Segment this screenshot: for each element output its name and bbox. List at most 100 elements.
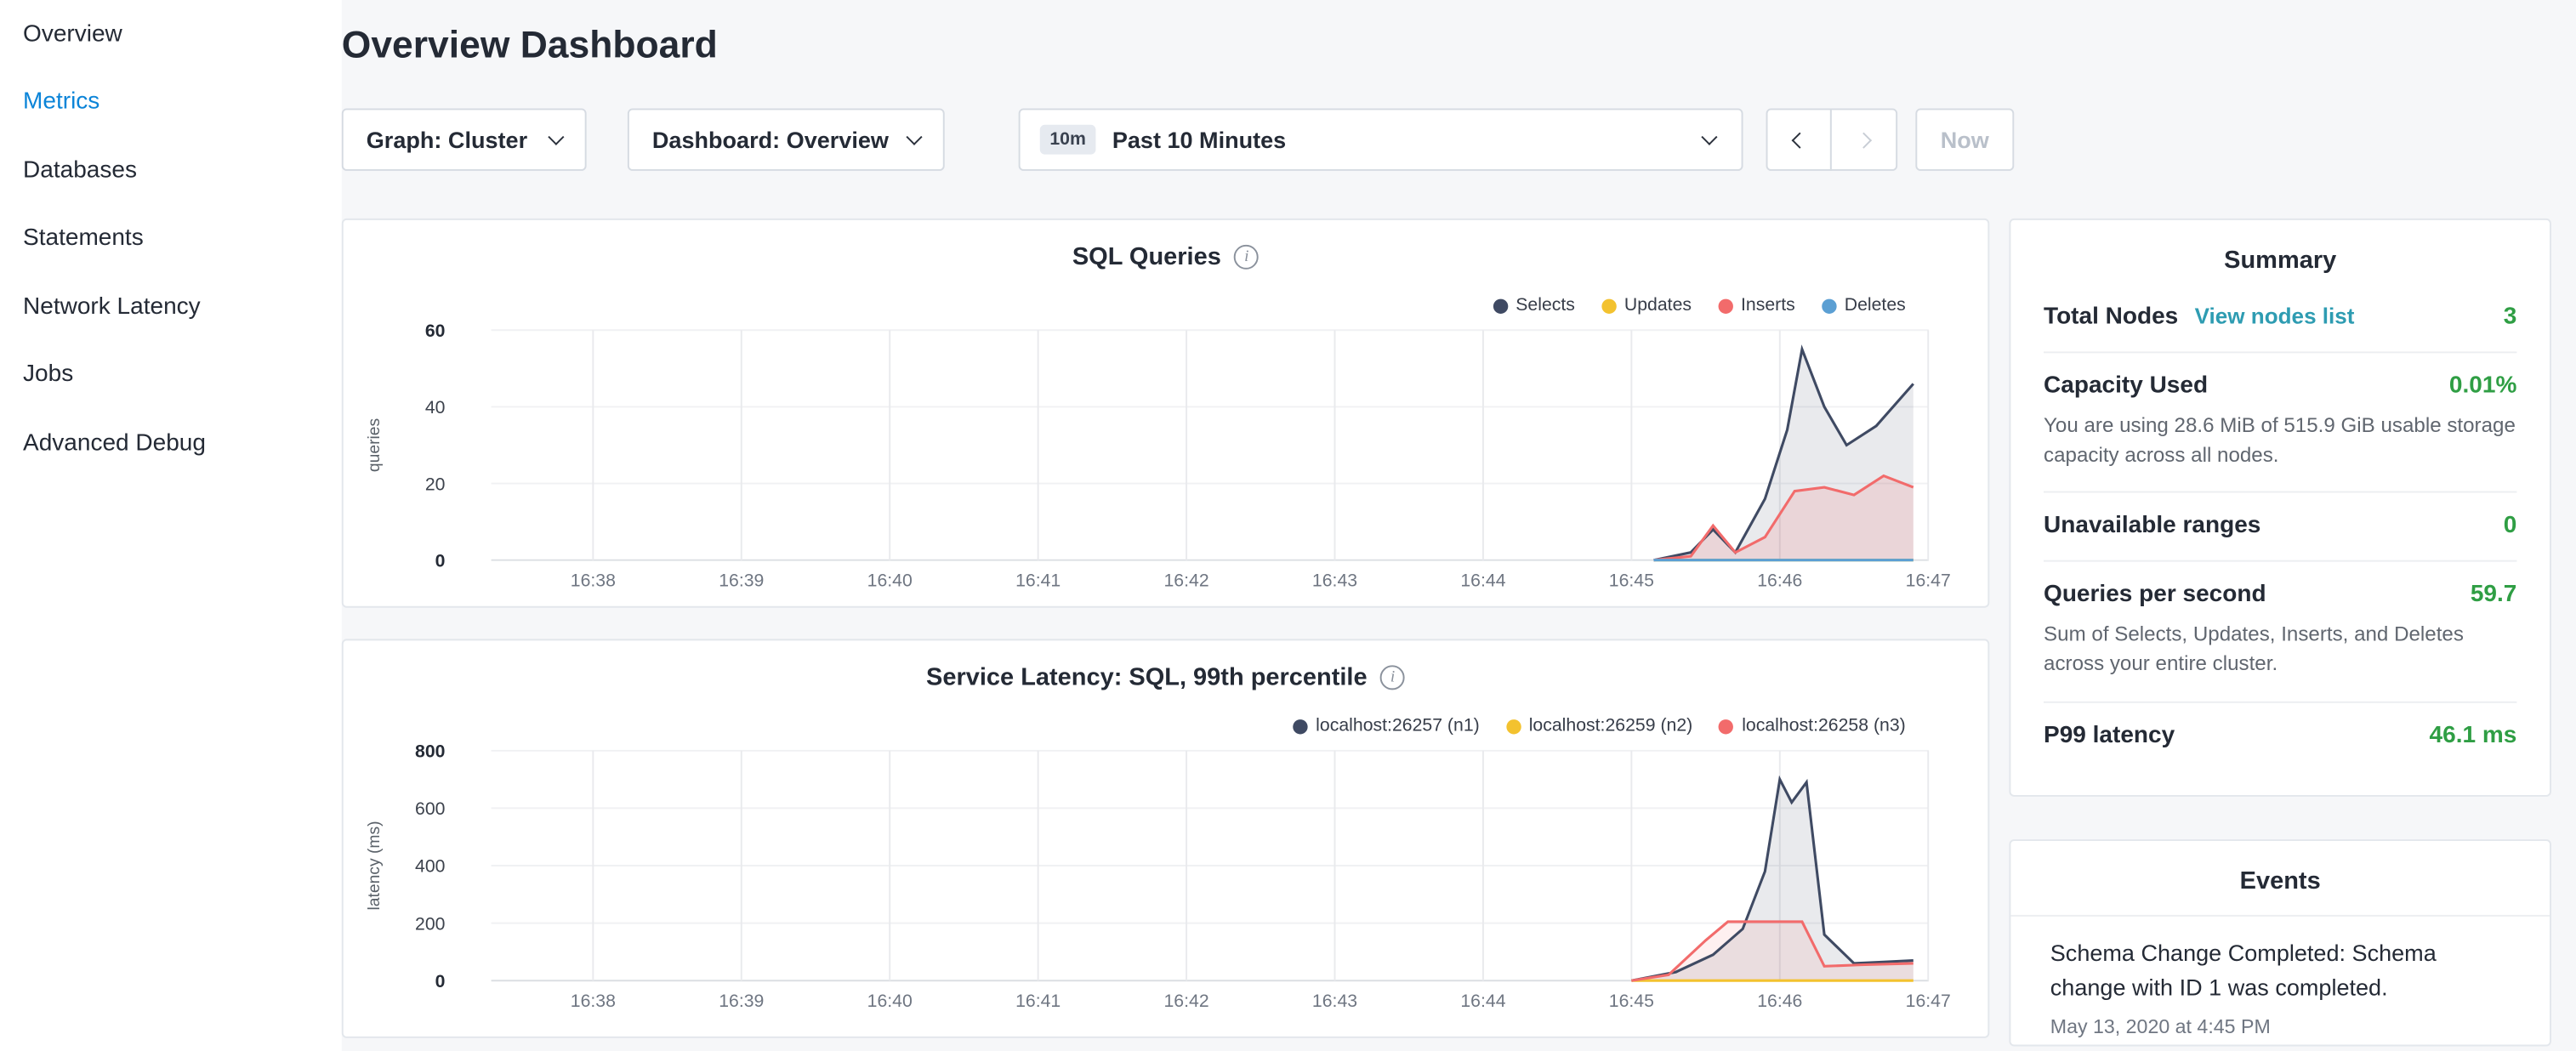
summary-title: Summary: [2010, 220, 2550, 275]
time-range-label: Past 10 Minutes: [1112, 127, 1286, 153]
summary-description: You are using 28.6 MiB of 515.9 GiB usab…: [2044, 411, 2516, 470]
legend-item-selects[interactable]: Selects: [1493, 296, 1575, 315]
summary-row-total-nodes: Total Nodes View nodes list 3: [2044, 284, 2516, 351]
view-nodes-list-link[interactable]: View nodes list: [2195, 304, 2355, 328]
legend-label: Selects: [1515, 296, 1575, 315]
chevron-down-icon: [906, 129, 922, 145]
sql-queries-chart-card: SQL Queries i Selects Updates Inserts Delet…: [342, 219, 1989, 608]
y-tick-label: 60: [425, 321, 446, 341]
summary-label: Capacity Used: [2044, 372, 2208, 399]
time-range-badge: 10m: [1040, 125, 1096, 155]
x-tick-label: 16:43: [1312, 991, 1357, 1011]
y-tick-label: 0: [435, 550, 446, 571]
y-axis-label: queries: [366, 418, 384, 472]
sidebar-item-overview[interactable]: Overview: [0, 0, 342, 68]
chart-title: SQL Queries: [1072, 243, 1221, 271]
x-tick-label: 16:44: [1460, 991, 1505, 1011]
x-tick-label: 16:41: [1015, 571, 1061, 591]
legend-label: localhost:26257 (n1): [1316, 716, 1480, 736]
legend-item-updates[interactable]: Updates: [1601, 296, 1692, 315]
legend-dot: [1719, 719, 1733, 733]
x-tick-label: 16:45: [1609, 991, 1654, 1011]
sidebar-item-jobs[interactable]: Jobs: [0, 341, 342, 409]
summary-value: 3: [2504, 304, 2517, 330]
events-title: Events: [2010, 841, 2550, 895]
chart-legend: localhost:26257 (n1) localhost:26259 (n2)…: [1293, 716, 1906, 736]
legend-item-inserts[interactable]: Inserts: [1718, 296, 1795, 315]
summary-panel: Summary Total Nodes View nodes list 3 Capac…: [2009, 219, 2550, 797]
sidebar-item-statements[interactable]: Statements: [0, 204, 342, 272]
legend-item-localhost-26258-n3[interactable]: localhost:26258 (n3): [1719, 716, 1906, 736]
x-tick-label: 16:40: [867, 571, 913, 591]
y-tick-label: 40: [425, 397, 446, 418]
sidebar-item-databases[interactable]: Databases: [0, 136, 342, 204]
chart-header: SQL Queries i: [344, 220, 1988, 271]
summary-label: P99 latency: [2044, 722, 2175, 748]
x-tick-label: 16:45: [1609, 571, 1654, 591]
x-tick-label: 16:46: [1757, 991, 1802, 1011]
y-tick-label: 200: [415, 913, 445, 934]
chevron-down-icon: [548, 129, 564, 145]
chevron-left-icon: [1791, 132, 1807, 148]
x-tick-label: 16:40: [867, 991, 913, 1011]
sidebar-item-network-latency[interactable]: Network Latency: [0, 273, 342, 341]
x-tick-label: 16:41: [1015, 991, 1061, 1011]
time-range-selector[interactable]: 10m Past 10 Minutes: [1019, 108, 1743, 170]
summary-value: 0.01%: [2449, 372, 2516, 399]
sidebar-item-metrics[interactable]: Metrics: [0, 68, 342, 136]
legend-label: localhost:26259 (n2): [1529, 716, 1693, 736]
info-icon[interactable]: i: [1380, 665, 1405, 690]
summary-label: Total Nodes: [2044, 304, 2178, 330]
dashboard-dropdown-label: Dashboard: Overview: [652, 127, 889, 153]
summary-row-p99-latency: P99 latency 46.1 ms: [2044, 701, 2516, 770]
y-tick-label: 800: [415, 741, 445, 762]
chart-canvas: 16:3816:3916:4016:4116:4216:4316:4416:45…: [344, 319, 1991, 606]
info-icon[interactable]: i: [1234, 245, 1259, 270]
events-panel: Events Schema Change Completed: Schema c…: [2009, 839, 2550, 1046]
summary-row-capacity-used: Capacity Used 0.01% You are using 28.6 MiB…: [2044, 351, 2516, 491]
time-prev-button[interactable]: [1766, 108, 1832, 170]
chart-header: Service Latency: SQL, 99th percentile i: [344, 640, 1988, 691]
chevron-down-icon: [1701, 129, 1717, 145]
chart-canvas: 16:3816:3916:4016:4116:4216:4316:4416:45…: [344, 739, 1991, 1026]
summary-value: 46.1 ms: [2430, 722, 2517, 748]
legend-label: Inserts: [1741, 296, 1795, 315]
x-tick-label: 16:39: [719, 991, 764, 1011]
x-tick-label: 16:44: [1460, 571, 1505, 591]
now-button[interactable]: Now: [1915, 108, 2014, 170]
summary-description: Sum of Selects, Updates, Inserts, and De…: [2044, 620, 2516, 679]
now-button-label: Now: [1941, 127, 1989, 153]
graph-dropdown[interactable]: Graph: Cluster: [342, 108, 587, 170]
y-tick-label: 400: [415, 856, 445, 877]
legend-dot: [1601, 298, 1616, 313]
y-tick-label: 0: [435, 971, 446, 991]
x-tick-label: 16:42: [1164, 571, 1209, 591]
time-next-button[interactable]: [1830, 108, 1897, 170]
summary-rows: Total Nodes View nodes list 3 Capacity Used…: [2010, 275, 2550, 770]
legend-item-deletes[interactable]: Deletes: [1822, 296, 1906, 315]
x-tick-label: 16:47: [1906, 571, 1951, 591]
event-item[interactable]: Schema Change Completed: Schema change w…: [2050, 936, 2511, 1038]
legend-dot: [1293, 719, 1307, 733]
events-list: Schema Change Completed: Schema change w…: [2010, 917, 2550, 1038]
legend-dot: [1506, 719, 1521, 733]
event-message: Schema Change Completed: Schema change w…: [2050, 936, 2461, 1005]
legend-dot: [1493, 298, 1507, 313]
legend-item-localhost-26257-n1[interactable]: localhost:26257 (n1): [1293, 716, 1480, 736]
sidebar-item-advanced-debug[interactable]: Advanced Debug: [0, 409, 342, 477]
summary-label: Queries per second: [2044, 582, 2266, 608]
graph-dropdown-label: Graph: Cluster: [367, 127, 527, 153]
sidebar-nav: OverviewMetricsDatabasesStatementsNetwor…: [0, 0, 342, 1051]
x-tick-label: 16:43: [1312, 571, 1357, 591]
summary-row-queries-per-second: Queries per second59.7Sum of Selects, Up…: [2044, 560, 2516, 701]
y-axis-label: latency (ms): [366, 821, 384, 910]
legend-item-localhost-26259-n2[interactable]: localhost:26259 (n2): [1506, 716, 1693, 736]
service-latency-chart-card: Service Latency: SQL, 99th percentile i …: [342, 639, 1989, 1037]
summary-value: 0: [2504, 513, 2517, 539]
x-tick-label: 16:38: [571, 991, 616, 1011]
y-tick-label: 600: [415, 798, 445, 819]
y-tick-label: 20: [425, 474, 446, 494]
dashboard-dropdown[interactable]: Dashboard: Overview: [628, 108, 945, 170]
app-root: OverviewMetricsDatabasesStatementsNetwor…: [0, 0, 2576, 1051]
summary-row-unavailable-ranges: Unavailable ranges0: [2044, 491, 2516, 560]
